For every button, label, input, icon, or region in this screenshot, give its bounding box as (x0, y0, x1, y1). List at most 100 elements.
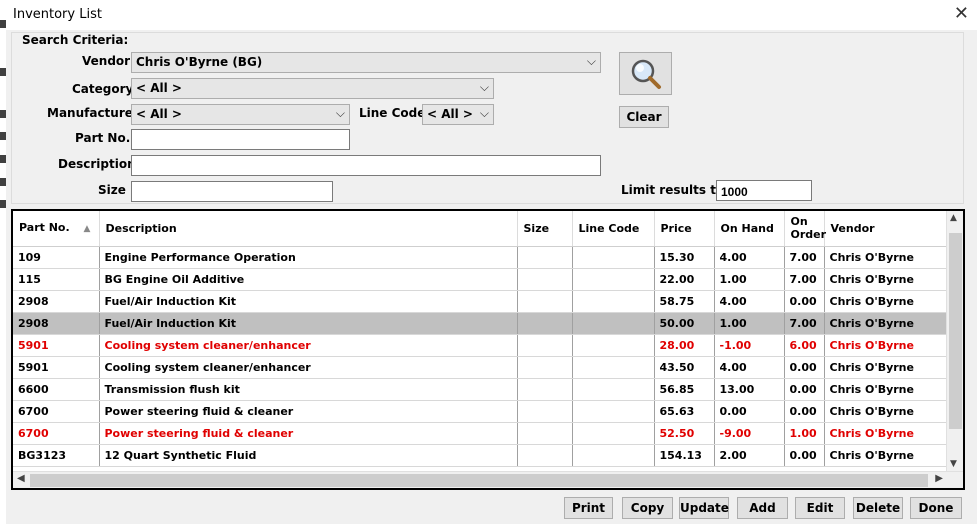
chevron-down-icon: ⌵ (586, 54, 596, 68)
table-cell: Engine Performance Operation (99, 246, 518, 269)
linecode-select[interactable]: < All > ⌵ (422, 104, 494, 125)
table-row[interactable]: 115 BG Engine Oil Additive 22.00 1.00 7.00 Ch… (13, 268, 948, 291)
table-cell: 5901 (13, 334, 100, 357)
limit-input[interactable] (716, 180, 812, 201)
table-cell: 0.00 (784, 290, 825, 313)
vendor-select[interactable]: Chris O'Byrne (BG) ⌵ (131, 52, 601, 73)
scroll-up-icon[interactable]: ▲ (950, 213, 957, 223)
inventory-table: Part No. ▲ Description Size Line Code Pr… (13, 211, 948, 467)
size-input[interactable] (131, 181, 333, 202)
table-cell: 115 (13, 268, 100, 291)
table-cell: Chris O'Byrne (824, 246, 948, 269)
table-cell: BG3123 (13, 444, 100, 467)
table-cell: 0.00 (714, 400, 785, 423)
manufacturer-select[interactable]: < All > ⌵ (131, 104, 350, 125)
col-header-onhand[interactable]: On Hand (714, 211, 785, 247)
scroll-left-icon[interactable]: ◀ (17, 473, 25, 484)
table-row[interactable]: 109 Engine Performance Operation 15.30 4.00… (13, 246, 948, 269)
chevron-down-icon: ⌵ (335, 106, 345, 120)
table-row[interactable]: 2908 Fuel/Air Induction Kit 58.75 4.00 0.00 C… (13, 290, 948, 313)
category-label: Category (72, 82, 134, 96)
table-cell: Transmission flush kit (99, 378, 518, 401)
table-row[interactable]: 5901 Cooling system cleaner/enhancer 43.50… (13, 356, 948, 379)
table-row[interactable]: 6600 Transmission flush kit 56.85 13.00 0.00… (13, 378, 948, 401)
table-cell: 0.00 (784, 400, 825, 423)
table-cell: 1.00 (784, 422, 825, 445)
table-cell: 4.00 (714, 356, 785, 379)
done-button[interactable]: Done (910, 497, 962, 519)
inventory-grid: Part No. ▲ Description Size Line Code Pr… (11, 209, 965, 490)
table-cell: 4.00 (714, 290, 785, 313)
scroll-right-icon[interactable]: ▶ (935, 473, 943, 484)
table-cell: 65.63 (654, 400, 715, 423)
table-row[interactable]: 6700 Power steering fluid & cleaner 65.63 0… (13, 400, 948, 423)
table-cell: 50.00 (654, 312, 715, 335)
col-header-price[interactable]: Price (654, 211, 715, 247)
sort-ascending-icon: ▲ (83, 223, 91, 234)
table-cell: 15.30 (654, 246, 715, 269)
close-icon[interactable]: ✕ (954, 3, 969, 24)
category-select[interactable]: < All > ⌵ (131, 78, 494, 99)
table-cell: -9.00 (714, 422, 785, 445)
table-cell (572, 268, 655, 291)
search-button[interactable] (619, 52, 672, 95)
edit-button[interactable]: Edit (795, 497, 845, 519)
update-button[interactable]: Update (679, 497, 729, 519)
title-bar: Inventory List ✕ (6, 0, 977, 30)
table-cell: 2908 (13, 312, 100, 335)
table-cell: Chris O'Byrne (824, 290, 948, 313)
horizontal-scrollbar[interactable]: ◀ ▶ (13, 471, 963, 488)
category-value: < All > (136, 81, 182, 95)
vertical-scroll-thumb[interactable] (949, 233, 962, 429)
table-row[interactable]: 2908 Fuel/Air Induction Kit 50.00 1.00 7.00 C… (13, 312, 948, 335)
copy-button[interactable]: Copy (622, 497, 673, 519)
vertical-scrollbar[interactable]: ▲ ▼ (946, 211, 963, 471)
table-cell: 0.00 (784, 356, 825, 379)
table-cell: 6.00 (784, 334, 825, 357)
col-header-size[interactable]: Size (517, 211, 573, 247)
table-cell: -1.00 (714, 334, 785, 357)
table-row[interactable]: 5901 Cooling system cleaner/enhancer 28.00… (13, 334, 948, 357)
table-cell: Chris O'Byrne (824, 400, 948, 423)
table-cell (517, 312, 573, 335)
table-cell: 0.00 (784, 444, 825, 467)
table-cell: 1.00 (714, 312, 785, 335)
table-cell: Chris O'Byrne (824, 312, 948, 335)
table-cell: 13.00 (714, 378, 785, 401)
table-row[interactable]: BG3123 12 Quart Synthetic Fluid 154.13 2.00… (13, 444, 948, 467)
table-row[interactable]: 6700 Power steering fluid & cleaner 52.50-… (13, 422, 948, 445)
table-cell: Cooling system cleaner/enhancer (99, 356, 518, 379)
col-header-linecode[interactable]: Line Code (572, 211, 655, 247)
table-cell: 6600 (13, 378, 100, 401)
col-header-partno[interactable]: Part No. ▲ (13, 211, 100, 247)
window-title: Inventory List (13, 7, 102, 22)
horizontal-scroll-thumb[interactable] (30, 474, 928, 487)
table-cell (517, 422, 573, 445)
col-header-onorder[interactable]: On Order (784, 211, 826, 247)
vendor-label: Vendor (82, 54, 131, 68)
table-cell: 22.00 (654, 268, 715, 291)
col-header-description[interactable]: Description (99, 211, 518, 247)
add-button[interactable]: Add (737, 497, 788, 519)
table-cell: Chris O'Byrne (824, 356, 948, 379)
description-input[interactable] (131, 155, 601, 176)
partno-input[interactable] (131, 129, 350, 150)
table-cell: 2908 (13, 290, 100, 313)
table-cell: 109 (13, 246, 100, 269)
print-button[interactable]: Print (564, 497, 613, 519)
col-header-vendor[interactable]: Vendor (824, 211, 948, 247)
scroll-down-icon[interactable]: ▼ (950, 459, 957, 469)
table-cell: 6700 (13, 400, 100, 423)
linecode-label: Line Code (359, 106, 426, 120)
table-header-row: Part No. ▲ Description Size Line Code Pr… (13, 211, 948, 247)
clear-button[interactable]: Clear (619, 106, 669, 128)
table-cell: Fuel/Air Induction Kit (99, 312, 518, 335)
chevron-down-icon: ⌵ (479, 80, 489, 94)
table-cell (517, 290, 573, 313)
table-cell (517, 444, 573, 467)
magnifier-icon (631, 59, 661, 89)
search-criteria-panel: Search Criteria: Vendor Chris O'Byrne (B… (11, 32, 964, 204)
table-cell: 5901 (13, 356, 100, 379)
delete-button[interactable]: Delete (853, 497, 903, 519)
table-cell (572, 334, 655, 357)
